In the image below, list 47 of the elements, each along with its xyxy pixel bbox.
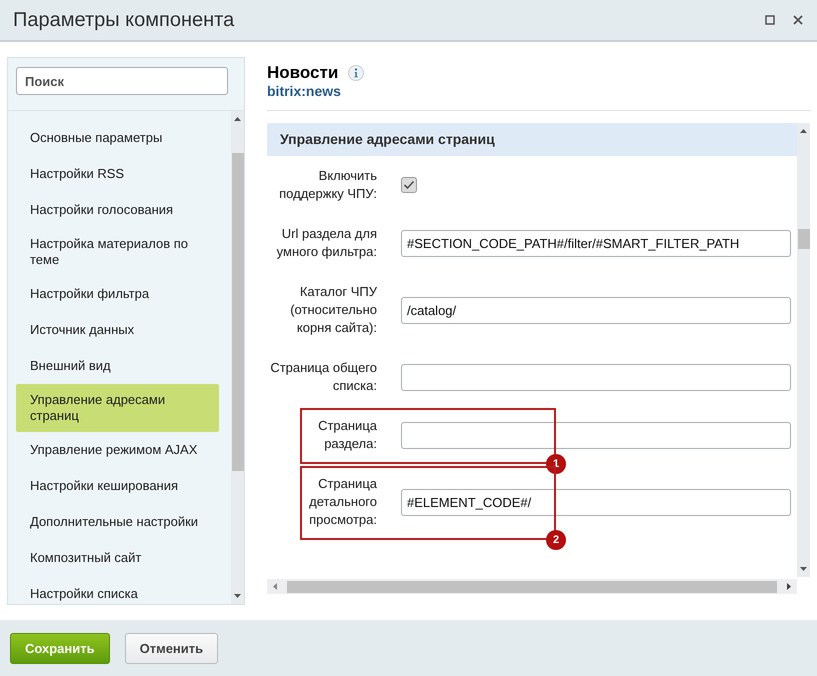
field-label: Включить поддержку ЧПУ: [278, 167, 377, 203]
sidebar-item[interactable]: Источник данных [16, 312, 219, 348]
scroll-down-icon[interactable] [234, 594, 241, 598]
sidebar-item[interactable]: Композитный сайт [16, 540, 219, 576]
field-label: Страница раздела: [317, 417, 377, 453]
sidebar-item[interactable]: Настройка материалов по теме [16, 228, 219, 276]
sidebar-item[interactable]: Управление режимом AJAX [16, 432, 219, 468]
section-header: Управление адресами страниц [267, 123, 797, 156]
scrollbar-thumb[interactable] [232, 153, 244, 471]
scroll-left-icon[interactable] [273, 583, 277, 590]
cancel-button[interactable]: Отменить [124, 632, 218, 664]
info-icon[interactable] [348, 65, 364, 81]
scrollbar[interactable] [797, 123, 810, 577]
field-label: Страница детального просмотра: [308, 475, 377, 529]
scroll-up-icon[interactable] [234, 117, 241, 121]
checkbox[interactable] [401, 177, 417, 193]
sidebar-item[interactable]: Настройки списка [16, 576, 219, 612]
check-icon [403, 180, 415, 190]
field-label: Url раздела для умного фильтра: [276, 225, 377, 261]
sidebar-item[interactable]: Настройки RSS [16, 156, 219, 192]
scrollbar[interactable] [231, 111, 244, 604]
maximize-icon[interactable] [765, 15, 775, 25]
scroll-down-icon[interactable] [800, 567, 807, 571]
component-title: Новости [267, 63, 338, 83]
sidebar-item[interactable]: Настройки голосования [16, 192, 219, 228]
component-code: bitrix:news [267, 83, 342, 99]
sidebar-item[interactable]: Основные параметры [16, 120, 219, 156]
text-field[interactable]: /catalog/ [401, 296, 791, 324]
scrollbar-thumb[interactable] [798, 229, 810, 249]
sidebar-item[interactable]: Настройки фильтра [16, 276, 219, 312]
horizontal-scrollbar[interactable] [267, 579, 797, 594]
number-badge: 2 [546, 530, 566, 550]
field-label: Страница общего списка: [269, 359, 377, 395]
scroll-right-icon[interactable] [787, 583, 791, 590]
search-field[interactable]: Поиск [16, 67, 228, 95]
scroll-up-icon[interactable] [800, 129, 807, 133]
close-icon[interactable] [793, 15, 803, 25]
text-field[interactable]: #ELEMENT_CODE#/ [401, 488, 791, 516]
sidebar-item[interactable]: Настройки кеширования [16, 468, 219, 504]
sidebar-item[interactable]: Дополнительные настройки [16, 504, 219, 540]
sidebar-item[interactable]: Управление адресами страниц [16, 384, 219, 432]
window-title: Параметры компонента [13, 8, 236, 32]
text-field[interactable] [401, 422, 791, 448]
text-field[interactable]: #SECTION_CODE_PATH#/filter/#SMART_FILTER_PATH [401, 230, 791, 256]
sidebar-item[interactable]: Внешний вид [16, 348, 219, 384]
field-label: Каталог ЧПУ (относительно корня сайта): [289, 283, 377, 337]
text-field[interactable] [401, 364, 791, 390]
